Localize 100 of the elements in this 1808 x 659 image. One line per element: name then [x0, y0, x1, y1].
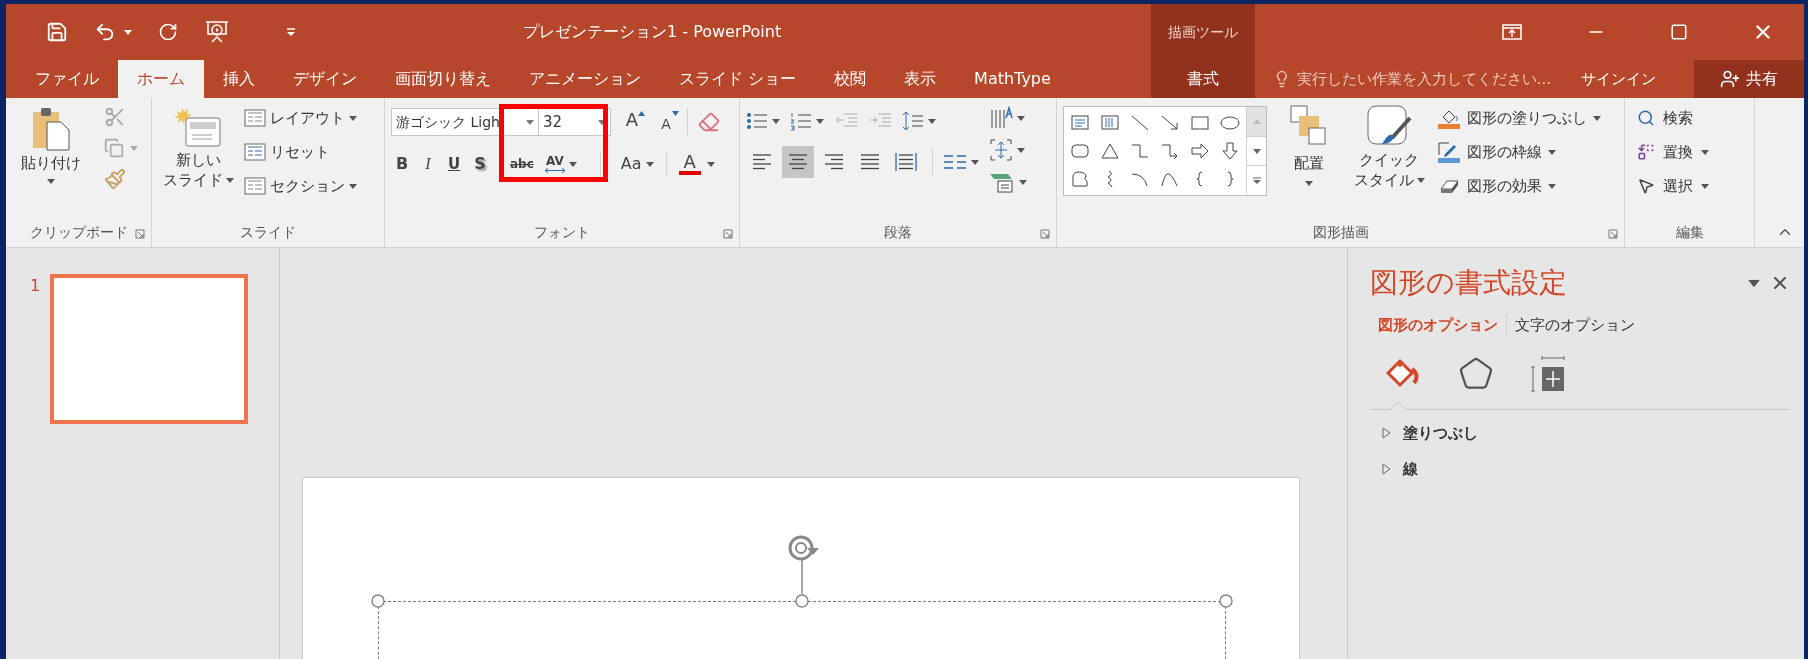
caret-icon	[1017, 115, 1025, 121]
shape-format-button[interactable]: 図形の塗りつぶし	[1437, 104, 1601, 132]
ribbon-display-icon[interactable]	[1502, 24, 1522, 40]
repeat-icon[interactable]	[158, 22, 178, 42]
bold-button[interactable]: B	[391, 151, 413, 177]
slide-thumbnail[interactable]	[50, 274, 248, 424]
group-label: 段落	[884, 222, 912, 242]
ribbon-tab[interactable]: ファイル	[16, 60, 118, 98]
ribbon-tab[interactable]: アニメーション	[510, 60, 660, 98]
effects-icon[interactable]	[1458, 355, 1494, 392]
caret-icon	[1701, 149, 1709, 155]
clipboard-icon	[31, 106, 71, 152]
font-name-field[interactable]: 游ゴシック Ligh	[391, 108, 539, 136]
italic-button[interactable]: I	[417, 151, 439, 177]
slideshow-icon[interactable]	[204, 20, 230, 44]
decrease-font-button[interactable]: A	[653, 109, 679, 135]
shape-format-button[interactable]: 図形の効果	[1437, 172, 1601, 200]
columns-icon[interactable]	[943, 154, 967, 170]
bullets-icon[interactable]	[746, 111, 768, 131]
person-add-icon	[1720, 69, 1740, 89]
strikethrough-button[interactable]: abc	[507, 151, 537, 177]
selection-handle	[371, 594, 385, 608]
ribbon-tab[interactable]: ホーム	[118, 60, 204, 98]
caret-icon	[772, 118, 780, 124]
paste-button[interactable]: 貼り付け	[12, 104, 90, 184]
save-icon[interactable]	[46, 21, 68, 43]
caret-icon	[47, 178, 55, 184]
caret-icon	[1701, 183, 1709, 189]
pane-title: 図形の書式設定	[1370, 265, 1567, 301]
ribbon-tab[interactable]: MathType	[955, 60, 1070, 98]
font-color-button[interactable]: A	[678, 150, 715, 178]
change-case-button[interactable]: Aa	[620, 151, 654, 177]
caret-icon	[598, 119, 606, 125]
ribbon-tab[interactable]: スライド ショー	[660, 60, 816, 98]
ribbon-tab[interactable]: デザイン	[274, 60, 376, 98]
align-button[interactable]	[782, 146, 814, 178]
pane-section-header[interactable]: 線	[1382, 458, 1790, 481]
ribbon-tab[interactable]: 校閲	[815, 60, 886, 98]
dialog-launcher-icon[interactable]	[135, 229, 145, 239]
caret-icon	[349, 183, 357, 189]
underline-button[interactable]: U	[443, 151, 465, 177]
caret-icon	[568, 161, 577, 167]
shadow-button[interactable]: S	[469, 151, 491, 177]
shape-icon[interactable]	[1070, 169, 1090, 189]
shape-icon[interactable]	[1220, 141, 1240, 161]
more-icon	[1252, 176, 1261, 185]
up-triangle-icon	[638, 111, 645, 116]
pane-section-header[interactable]: 塗りつぶし	[1382, 421, 1790, 444]
increase-font-button[interactable]: A	[619, 109, 645, 135]
down-triangle-icon	[672, 111, 679, 116]
ribbon-tab[interactable]: 表示	[885, 60, 956, 98]
slide-number: 1	[30, 275, 42, 297]
shape-icon[interactable]	[1130, 113, 1150, 133]
slide-menu-button[interactable]: レイアウト	[244, 104, 357, 132]
shape-icon[interactable]	[1160, 113, 1180, 133]
arrange-icon	[1289, 104, 1329, 148]
tell-me-field[interactable]: 実行したい作業を入力してください...	[1273, 60, 1573, 98]
dialog-launcher-icon[interactable]	[1040, 229, 1050, 239]
caret-icon	[526, 119, 534, 125]
share-button[interactable]: 共有	[1694, 60, 1804, 98]
shape-format-button[interactable]: 図形の枠線	[1437, 138, 1601, 166]
pointer-icon	[1637, 177, 1655, 195]
shape-icon[interactable]	[1220, 113, 1240, 133]
dialog-launcher-icon[interactable]	[1608, 229, 1618, 239]
group-label: 図形描画	[1312, 222, 1369, 242]
undo-icon[interactable]	[94, 21, 116, 43]
numbering-icon[interactable]	[790, 111, 812, 131]
caret-icon	[971, 159, 979, 165]
shape-icon[interactable]	[1190, 141, 1210, 161]
pane-tab[interactable]: 図形のオプション	[1370, 314, 1506, 337]
sign-in-link[interactable]: サインイン	[1581, 60, 1656, 98]
align-lines-icon	[859, 152, 881, 172]
ribbon-tab[interactable]: 挿入	[204, 60, 274, 98]
align-text-icon[interactable]	[989, 138, 1013, 162]
caret-icon	[225, 177, 234, 183]
tell-me-input[interactable]: 実行したい作業を入力してください...	[1296, 67, 1573, 91]
caret-icon	[1548, 149, 1556, 155]
pane-tab[interactable]: 文字のオプション	[1506, 314, 1643, 337]
dialog-launcher-icon[interactable]	[723, 229, 733, 239]
edit-button[interactable]: 選択	[1637, 172, 1709, 200]
slide-menu-button[interactable]: セクション	[244, 172, 357, 200]
text-direction-icon[interactable]	[989, 106, 1013, 130]
edit-button[interactable]: 検索	[1637, 104, 1709, 132]
customize-menu-icon[interactable]	[286, 27, 296, 37]
quick-styles-button[interactable]: クイック スタイル	[1349, 104, 1429, 190]
shape-icon[interactable]	[1100, 141, 1120, 161]
line-spacing-icon[interactable]	[902, 110, 924, 132]
selection-handle	[795, 594, 809, 608]
new-slide-button[interactable]: 新しい スライド	[158, 104, 238, 190]
color-bar-icon	[678, 171, 701, 175]
slide-menu-button[interactable]: リセット	[244, 138, 357, 166]
caret-icon	[130, 145, 138, 151]
ribbon-tab[interactable]: 画面切り替え	[376, 60, 510, 98]
clear-formatting-icon[interactable]	[698, 111, 720, 133]
character-spacing-button[interactable]: AV	[540, 151, 580, 177]
size-properties-icon[interactable]	[1530, 354, 1566, 393]
edit-button[interactable]: 置換	[1637, 138, 1709, 166]
ribbon-tab[interactable]: 書式	[1151, 60, 1255, 98]
maximize-icon[interactable]	[1670, 23, 1688, 41]
arrange-button[interactable]: 配置	[1281, 104, 1337, 186]
